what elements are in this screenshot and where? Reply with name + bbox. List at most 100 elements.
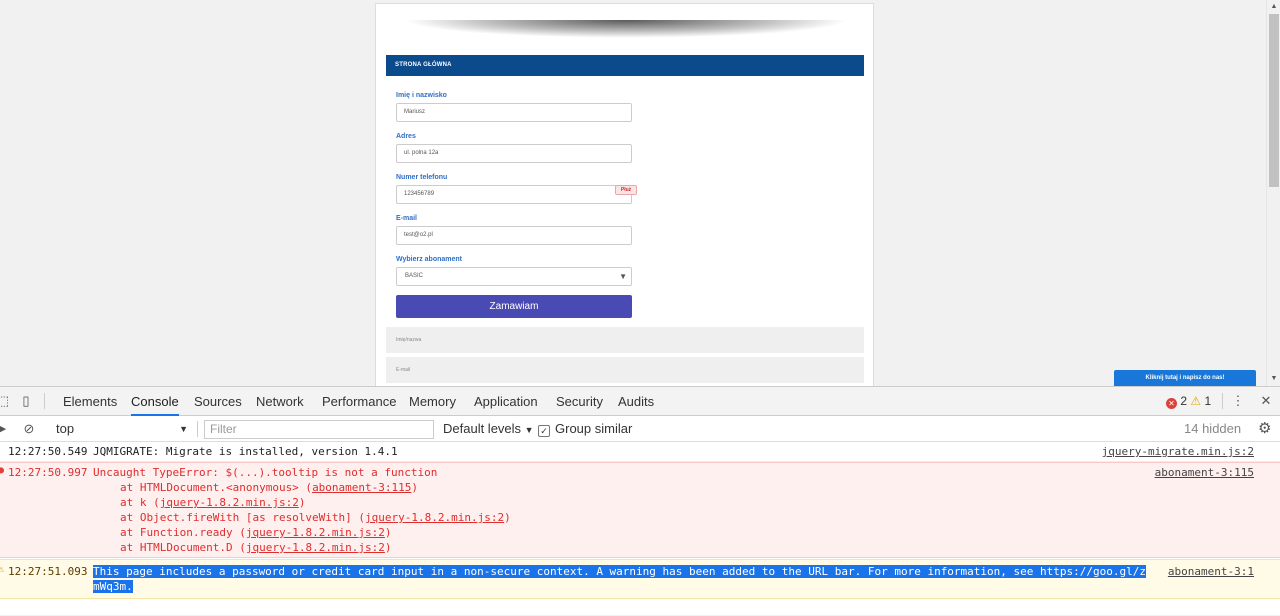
timestamp: 12:27:50.549 [8,445,88,458]
tab-application[interactable]: Application [474,387,538,416]
chat-widget-button[interactable]: Kliknij tutaj i napisz do nas! [1114,370,1256,386]
stack-frame-text: ) [384,526,392,539]
page-viewport: STRONA GŁÓWNA Imię i nazwisko Mariusz Ad… [0,0,1280,386]
secondary-name-field[interactable]: Imię/nazwa [386,327,864,353]
stack-frame-text: at HTMLDocument.<anonymous> ( [120,481,313,494]
warning-icon: ⚠ [1190,394,1202,408]
error-text[interactable]: Uncaught TypeError: $(...).tooltip is no… [93,465,437,480]
selected-text: mWq3m. [93,580,133,593]
checkbox-checked-icon[interactable]: ✓ [538,425,550,437]
warning-text-line-1[interactable]: This page includes a password or credit … [93,564,1146,579]
source-link[interactable]: abonament-3:115 [1155,465,1254,480]
stack-frame: at HTMLDocument.<anonymous> (abonament-3… [120,480,418,495]
email-field[interactable]: test@o2.pl [396,226,632,245]
tab-console[interactable]: Console [131,387,179,416]
stack-frame-link[interactable]: jquery-1.8.2.min.js:2 [160,496,299,509]
plan-select-value: BASIC [405,273,424,279]
address-label: Adres [396,133,416,140]
source-link[interactable]: jquery-migrate.min.js:2 [1102,442,1254,462]
tab-performance[interactable]: Performance [322,387,396,416]
scroll-up-arrow-icon[interactable]: ▲ [1267,0,1280,14]
secondary-name-placeholder: Imię/nazwa [396,337,422,343]
stack-frame-text: ) [504,511,511,524]
submit-order-button[interactable]: Zamawiam [396,295,632,318]
console-message-warning: ⚠ 12:27:51.093 This page includes a pass… [0,559,1280,599]
tab-memory[interactable]: Memory [409,387,456,416]
console-filter-input[interactable]: Filter [204,420,434,439]
address-field[interactable]: ul. polna 12a [396,144,632,163]
timestamp: 12:27:51.093 [8,565,88,578]
stack-frame-text: at Function.ready ( [120,526,246,539]
phone-value: 123456789 [404,191,435,197]
secondary-email-field[interactable]: E-mail [386,357,864,383]
console-message-log: 12:27:50.549 JQMIGRATE: Migrate is insta… [0,442,1280,462]
stack-frame-link[interactable]: abonament-3:115 [312,481,411,494]
nav-bar[interactable]: STRONA GŁÓWNA [386,55,864,76]
issue-counters[interactable]: ✕ 2 ⚠ 1 [1166,387,1211,416]
context-selector[interactable]: top ▼ [50,419,190,439]
stack-frame-link[interactable]: jquery-1.8.2.min.js:2 [246,526,385,539]
page-card: STRONA GŁÓWNA Imię i nazwisko Mariusz Ad… [375,3,874,386]
close-icon[interactable]: ✕ [1258,393,1274,409]
name-label: Imię i nazwisko [396,92,447,99]
stack-frame: at k (jquery-1.8.2.min.js:2) [120,495,305,510]
inspect-element-icon[interactable]: ⬚ [0,393,11,409]
clear-console-icon[interactable]: ⊘ [21,421,37,437]
error-count: 2 [1180,394,1188,408]
stack-frame-text: at Object.fireWith [as resolveWith] ( [120,511,366,524]
secondary-email-placeholder: E-mail [396,367,411,373]
stack-frame-text: ) [298,496,306,509]
message-text: JQMIGRATE: Migrate is installed, version… [93,445,398,458]
stack-frame-text: ) [411,481,419,494]
tab-security[interactable]: Security [556,387,603,416]
toolbar-divider [197,421,198,437]
header-shadow-decoration [404,20,849,38]
console-toolbar: ▶ ⊘ top ▼ Filter Default levels ▼ ✓ Group… [0,416,1280,442]
gear-icon[interactable]: ⚙ [1258,419,1271,437]
stack-frame-text: at HTMLDocument.D ( [120,541,246,554]
log-levels-dropdown[interactable]: Default levels ▼ [443,416,534,442]
warning-count: 1 [1204,394,1212,408]
tab-network[interactable]: Network [256,387,304,416]
console-message-error: ● 12:27:50.997 Uncaught TypeError: $(...… [0,462,1280,558]
stack-frame-text: at k ( [120,496,160,509]
device-toolbar-icon[interactable]: ▯ [18,393,34,409]
phone-label: Numer telefonu [396,174,448,181]
stack-frame-text: ) [384,541,392,554]
email-label: E-mail [396,215,418,222]
tab-sources[interactable]: Sources [194,387,242,416]
scroll-thumb[interactable] [1269,14,1279,187]
console-output: 12:27:50.549 JQMIGRATE: Migrate is insta… [0,442,1280,616]
warning-icon: ⚠ [0,564,5,575]
hidden-messages-count: 14 hidden [1184,421,1242,436]
stack-frame-link[interactable]: jquery-1.8.2.min.js:2 [365,511,504,524]
tab-audits[interactable]: Audits [618,387,654,416]
warning-text-line-2[interactable]: mWq3m. [93,579,133,594]
plan-label: Wybierz abonament [396,256,462,263]
name-field[interactable]: Mariusz [396,103,632,122]
chevron-down-icon: ▼ [179,424,188,434]
phone-field[interactable]: 123456789 Płuż [396,185,637,204]
tab-elements[interactable]: Elements [63,387,117,416]
selected-text: This page includes a password or credit … [93,565,1146,578]
plan-select[interactable]: BASIC ▼ [396,267,632,286]
scroll-down-arrow-icon[interactable]: ▼ [1267,372,1280,386]
error-icon: ✕ [1166,398,1177,409]
toolbar-divider [44,393,45,409]
error-icon: ● [0,465,5,476]
more-options-icon[interactable]: ⋮ [1230,393,1246,409]
stack-frame: at HTMLDocument.D (jquery-1.8.2.min.js:2… [120,540,392,555]
nav-home-link[interactable]: STRONA GŁÓWNA [395,62,452,68]
page-scrollbar[interactable]: ▲ ▼ [1266,0,1280,386]
stack-frame-link[interactable]: jquery-1.8.2.min.js:2 [246,541,385,554]
stack-frame: at Object.fireWith [as resolveWith] (jqu… [120,510,511,525]
group-similar-toggle[interactable]: ✓ Group similar [538,416,632,442]
toolbar-divider [1222,393,1223,409]
chevron-down-icon: ▼ [524,425,534,435]
phone-extension-badge[interactable]: Płuż [615,185,637,195]
devtools-tab-bar: ⬚ ▯ Elements Console Sources Network Per… [0,387,1280,416]
source-link[interactable]: abonament-3:1 [1168,564,1254,579]
show-sidebar-icon[interactable]: ▶ [0,421,10,437]
context-value: top [56,421,75,436]
stack-frame: at Function.ready (jquery-1.8.2.min.js:2… [120,525,392,540]
